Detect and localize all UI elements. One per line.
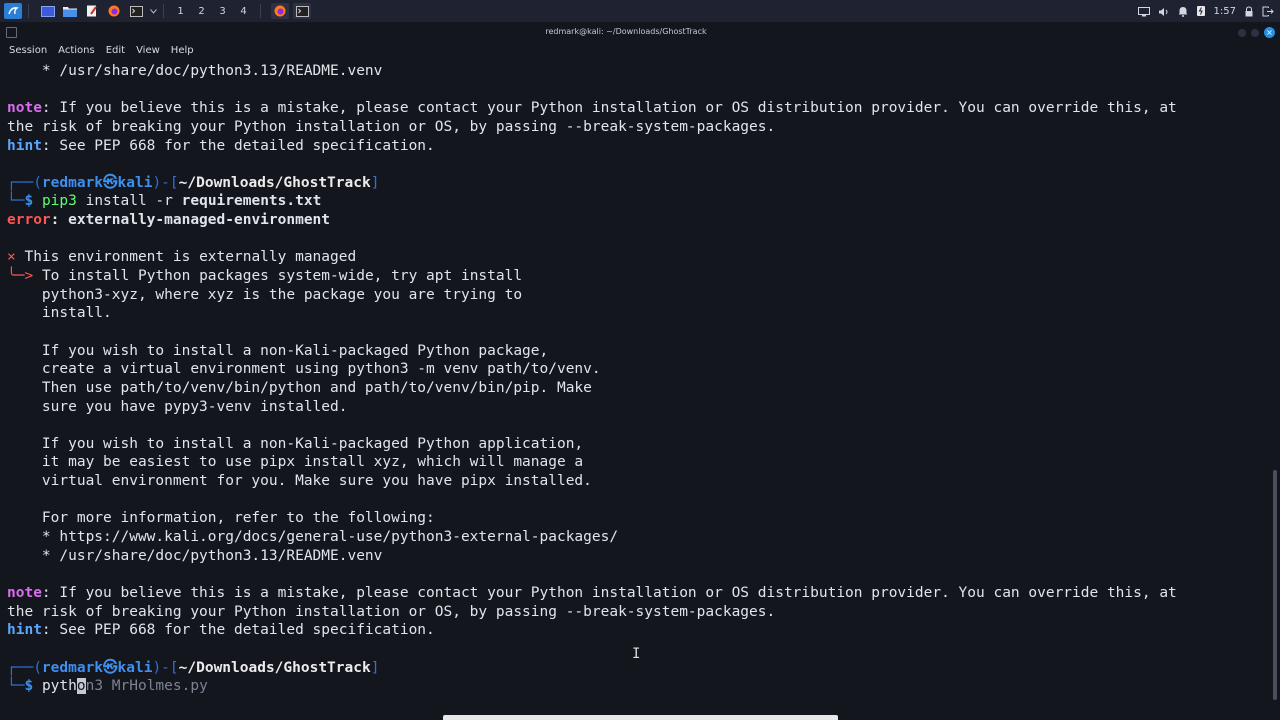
menu-session[interactable]: Session: [9, 45, 47, 56]
autosuggestion: n3 MrHolmes.py: [85, 678, 208, 695]
prompt-user: redmark㉿kali: [41, 659, 153, 676]
close-button[interactable]: ×: [1264, 27, 1275, 38]
display-icon[interactable]: [1137, 2, 1150, 21]
menu-edit[interactable]: Edit: [106, 45, 125, 56]
command-line: └─$ pip3 install -r requirements.txt: [7, 193, 322, 210]
prompt-line: ┌──(redmark㉿kali)-[~/Downloads/GhostTrac…: [7, 174, 380, 191]
window-titlebar[interactable]: redmark@kali: ~/Downloads/GhostTrack ×: [0, 22, 1280, 42]
workspace-4[interactable]: 4: [233, 6, 254, 17]
panel-separator: [28, 4, 29, 18]
workspace-3[interactable]: 3: [212, 6, 233, 17]
terminal-line: note: If you believe this is a mistake, …: [7, 100, 1177, 117]
terminal-line: create a virtual environment using pytho…: [41, 361, 601, 378]
clock[interactable]: 1:57: [1214, 6, 1236, 17]
prompt-path: ~/Downloads/GhostTrack: [178, 659, 371, 676]
terminal-line: note: If you believe this is a mistake, …: [7, 584, 1177, 601]
note-label: note: [7, 584, 42, 601]
terminal-line: Then use path/to/venv/bin/python and pat…: [41, 379, 592, 396]
minimize-button[interactable]: [1238, 29, 1246, 37]
menu-view[interactable]: View: [136, 45, 160, 56]
terminal-line: sure you have pypy3-venv installed.: [41, 398, 348, 415]
error-label: error: [7, 212, 51, 229]
terminal-line: If you wish to install a non-Kali-packag…: [41, 435, 584, 452]
terminal-line: hint: See PEP 668 for the detailed speci…: [7, 137, 435, 154]
maximize-button[interactable]: [1251, 29, 1259, 37]
note-label: note: [7, 100, 42, 117]
show-desktop-icon[interactable]: [39, 3, 57, 19]
panel-separator: [163, 4, 164, 18]
workspace-2[interactable]: 2: [191, 6, 212, 17]
file-manager-icon[interactable]: [61, 3, 79, 19]
terminal-line: × This environment is externally managed: [7, 249, 357, 266]
taskbar-terminal-icon[interactable]: [293, 3, 311, 19]
terminal-line: virtual environment for you. Make sure y…: [41, 473, 592, 490]
terminal-line: ╰─> To install Python packages system-wi…: [7, 268, 523, 285]
terminal-line: For more information, refer to the follo…: [41, 510, 435, 527]
prompt-path: ~/Downloads/GhostTrack: [178, 174, 371, 191]
typed-command: pyth: [41, 678, 77, 695]
terminal-line: * /usr/share/doc/python3.13/README.venv: [41, 547, 383, 564]
power-manager-icon[interactable]: [1196, 2, 1206, 21]
lock-screen-icon[interactable]: [1244, 2, 1254, 21]
firefox-icon[interactable]: [105, 3, 123, 19]
menu-help[interactable]: Help: [171, 45, 194, 56]
terminal-line: * https://www.kali.org/docs/general-use/…: [41, 529, 619, 546]
terminal-line: error: externally-managed-environment: [7, 212, 331, 229]
prompt-user: redmark㉿kali: [41, 174, 153, 191]
terminal-line: the risk of breaking your Python install…: [7, 603, 776, 620]
terminal-line: If you wish to install a non-Kali-packag…: [41, 342, 549, 359]
kali-menu-icon[interactable]: [4, 3, 22, 19]
notification-bell-icon[interactable]: [1178, 2, 1188, 21]
terminal-scrollbar[interactable]: [1273, 470, 1277, 700]
terminal-line: install.: [41, 305, 112, 322]
terminal-line: python3-xyz, where xyz is the package yo…: [41, 286, 523, 303]
text-cursor-icon: I: [632, 646, 641, 662]
terminal-line: it may be easiest to use pipx install xy…: [41, 454, 584, 471]
menu-bar: Session Actions Edit View Help: [0, 42, 1280, 59]
terminal-line: the risk of breaking your Python install…: [7, 118, 776, 135]
workspace-1[interactable]: 1: [170, 6, 191, 17]
top-panel: 1 2 3 4 1:57: [0, 0, 1280, 22]
logout-icon[interactable]: [1262, 2, 1274, 21]
terminal-output[interactable]: * /usr/share/doc/python3.13/README.venv …: [7, 62, 1269, 702]
bottom-edge-bar: [443, 715, 838, 720]
command-program: pip3: [41, 193, 77, 210]
text-cursor: o: [76, 678, 86, 695]
terminal-launcher-icon[interactable]: [127, 3, 145, 19]
window-title: redmark@kali: ~/Downloads/GhostTrack: [545, 27, 707, 36]
panel-separator: [260, 4, 261, 18]
menu-actions[interactable]: Actions: [58, 45, 95, 56]
command-input-line[interactable]: └─$ python3 MrHolmes.py: [7, 677, 1269, 696]
text-editor-icon[interactable]: [83, 3, 101, 19]
system-tray: 1:57: [1137, 0, 1274, 22]
volume-icon[interactable]: [1158, 2, 1170, 21]
terminal-line: hint: See PEP 668 for the detailed speci…: [7, 622, 435, 639]
chevron-down-icon[interactable]: [149, 3, 157, 19]
terminal-line: * /usr/share/doc/python3.13/README.venv: [41, 63, 383, 79]
hint-label: hint: [7, 622, 42, 639]
taskbar-firefox-icon[interactable]: [271, 3, 289, 19]
hint-label: hint: [7, 137, 42, 154]
